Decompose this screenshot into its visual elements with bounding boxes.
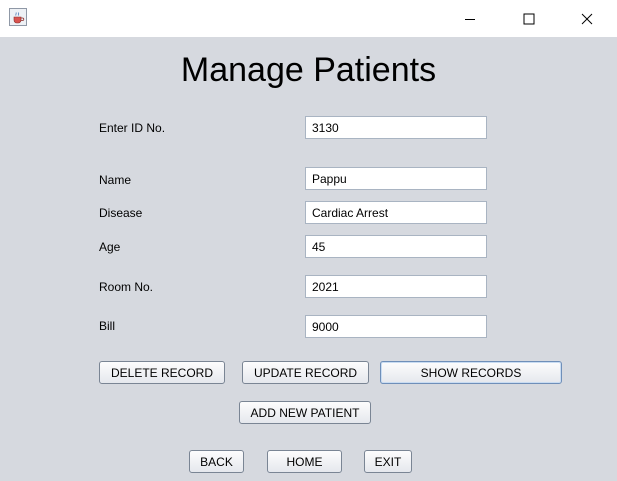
id-label: Enter ID No. <box>99 121 166 135</box>
home-button[interactable]: HOME <box>267 450 342 473</box>
bill-label: Bill <box>99 319 116 333</box>
title-bar <box>0 0 617 37</box>
minimize-icon <box>465 18 475 20</box>
add-new-patient-button[interactable]: ADD NEW PATIENT <box>239 401 371 424</box>
name-field[interactable] <box>305 167 487 190</box>
id-field[interactable] <box>305 116 487 139</box>
age-field[interactable] <box>305 235 487 258</box>
disease-field[interactable] <box>305 201 487 224</box>
minimize-button[interactable] <box>447 0 493 37</box>
bill-field[interactable] <box>305 315 487 338</box>
disease-label: Disease <box>99 206 143 220</box>
page-title: Manage Patients <box>180 51 437 89</box>
exit-button[interactable]: EXIT <box>364 450 412 473</box>
back-button[interactable]: BACK <box>189 450 244 473</box>
room-number-label: Room No. <box>99 280 154 294</box>
maximize-icon <box>523 13 535 24</box>
name-label: Name <box>99 173 132 187</box>
maximize-button[interactable] <box>506 0 552 37</box>
update-record-button[interactable]: UPDATE RECORD <box>242 361 369 384</box>
room-number-field[interactable] <box>305 275 487 298</box>
show-records-button[interactable]: SHOW RECORDS <box>380 361 562 384</box>
delete-record-button[interactable]: DELETE RECORD <box>99 361 225 384</box>
close-button[interactable] <box>564 0 610 37</box>
manage-patients-window: Manage Patients Enter ID No. Name Diseas… <box>0 0 617 481</box>
age-label: Age <box>99 240 121 254</box>
java-cup-icon[interactable] <box>9 8 27 26</box>
close-icon <box>581 13 593 24</box>
